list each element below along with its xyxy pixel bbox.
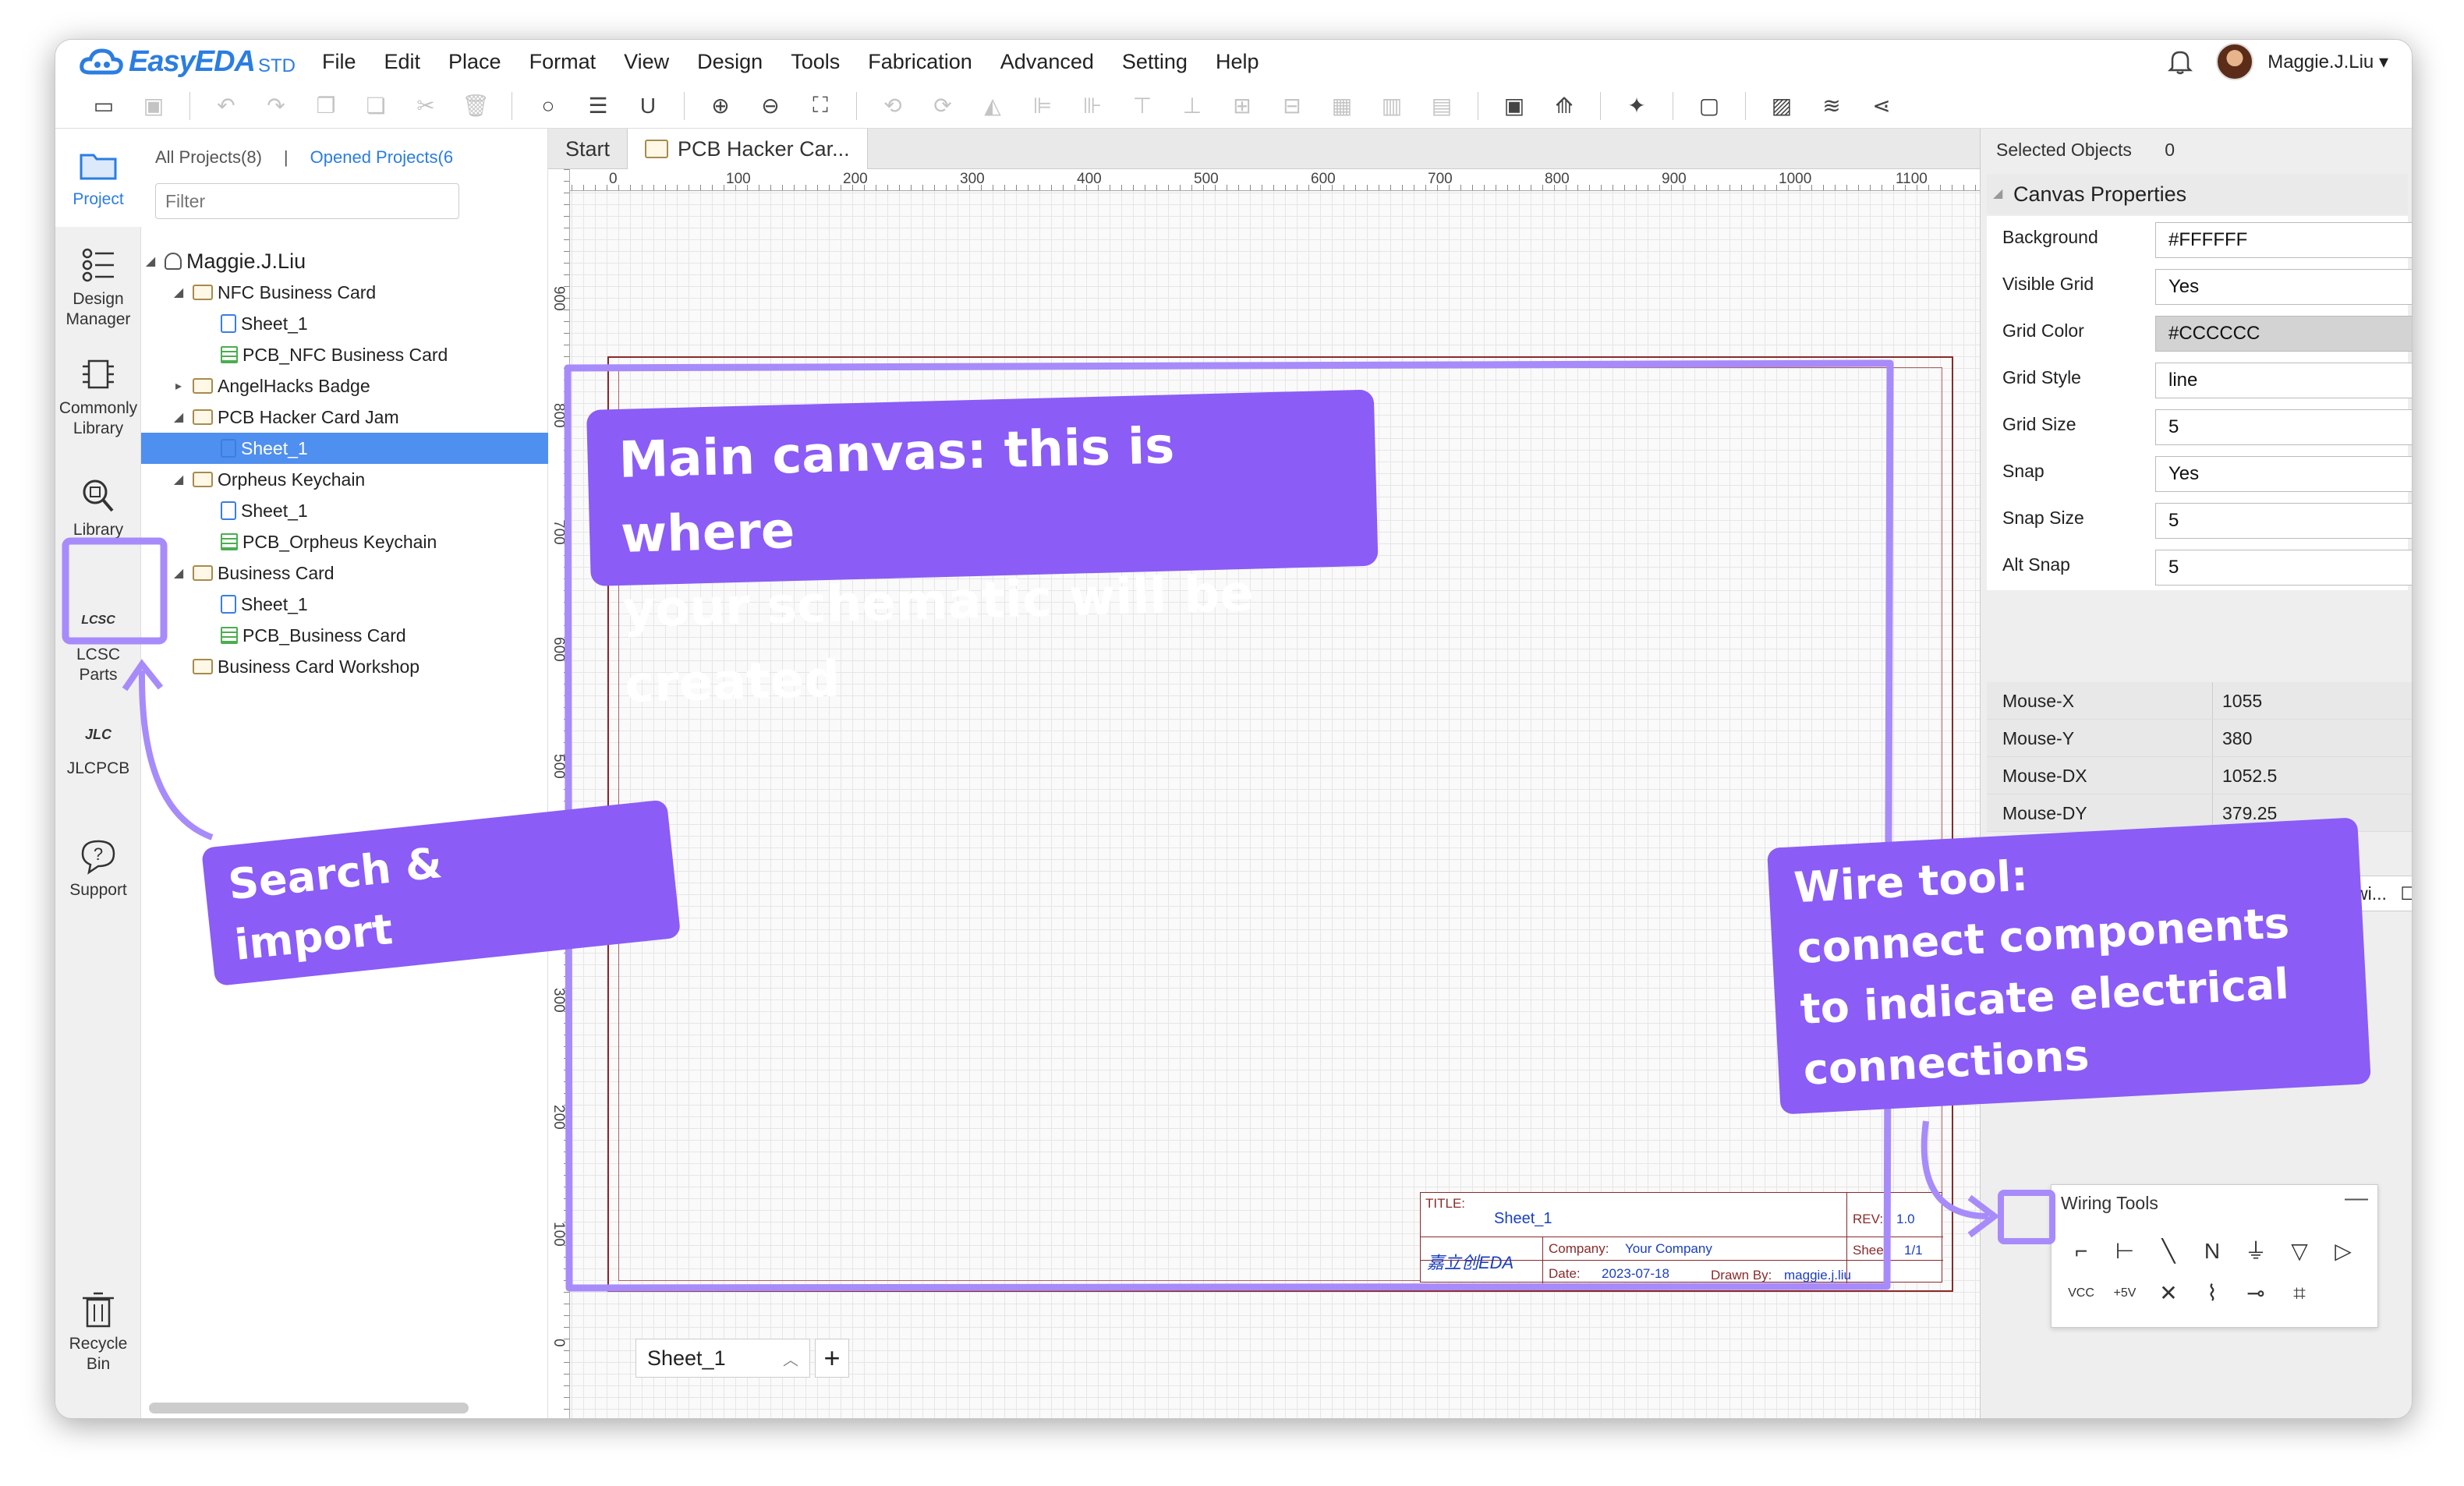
library-highlight	[62, 537, 168, 645]
annotation-main-line1: Main canvas: this is where	[618, 417, 1176, 564]
wire-tool-highlight	[1998, 1190, 2055, 1244]
annotation-overlay	[62, 359, 2055, 1292]
arrow-to-library	[138, 670, 214, 840]
annotation-main-canvas: Main canvas: this is where your schemati…	[586, 389, 1379, 714]
annotation-main-line2: your schematic will be created	[621, 564, 1255, 714]
annotation-wire: Wire tool: connect components to indicat…	[1767, 817, 2371, 1115]
